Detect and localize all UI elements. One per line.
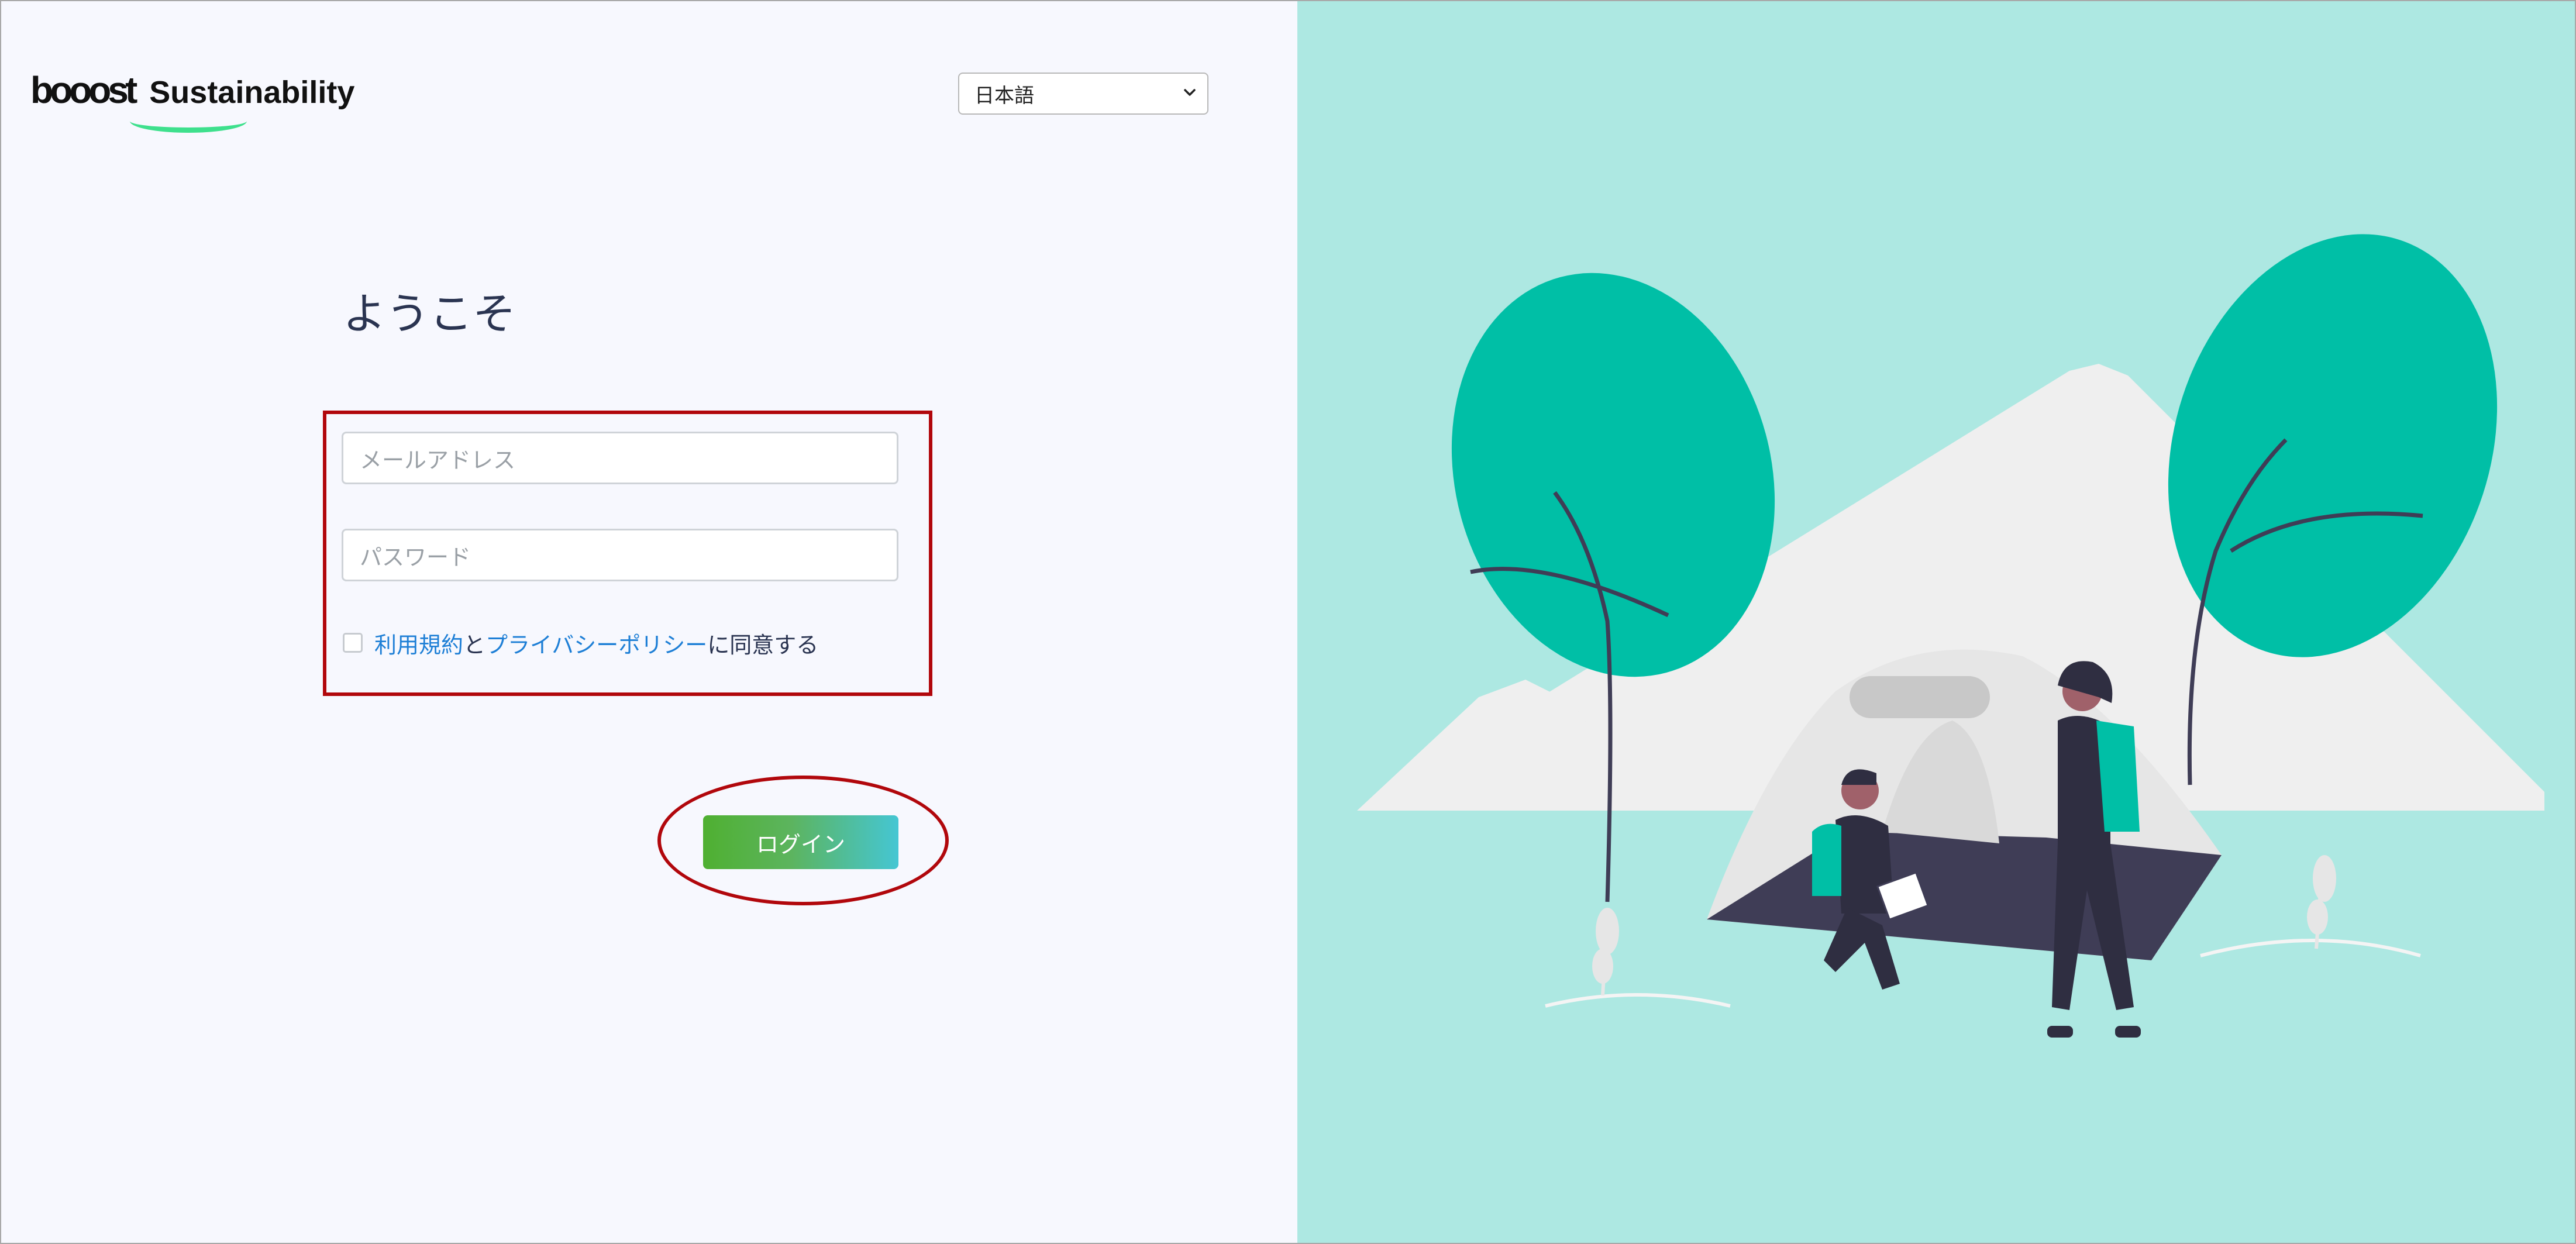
- chevron-down-icon: [1184, 89, 1196, 96]
- language-select[interactable]: 日本語: [958, 73, 1208, 115]
- person-standing-shoe-left: [2047, 1026, 2073, 1038]
- camping-illustration: [1357, 234, 2544, 1038]
- login-button[interactable]: ログイン: [703, 815, 898, 869]
- password-placeholder: パスワード: [360, 544, 471, 570]
- ground-arc-right: [2200, 939, 2421, 957]
- brand-logo-word: booost: [30, 69, 137, 111]
- password-field[interactable]: パスワード: [342, 529, 898, 581]
- privacy-policy-link[interactable]: プライバシーポリシー: [485, 627, 707, 659]
- tent-top-bar: [1850, 676, 1990, 718]
- plant-right-leaf-2: [2307, 900, 2328, 935]
- plant-left-leaf: [1596, 908, 1619, 954]
- agree-suffix-text: に同意する: [707, 632, 819, 658]
- ground-arc-left: [1545, 993, 1731, 1008]
- login-button-label: ログイン: [756, 831, 845, 857]
- email-placeholder: メールアドレス: [360, 447, 516, 473]
- person-sitting-backpack: [1812, 823, 1841, 896]
- agree-checkbox[interactable]: [343, 633, 363, 653]
- login-page: booost Sustainability 日本語 ようこそ メールアドレス パ…: [0, 0, 2576, 1244]
- terms-link[interactable]: 利用規約: [374, 627, 463, 659]
- plant-left-leaf-2: [1592, 949, 1613, 984]
- brand-underline-swoosh: [130, 112, 247, 133]
- welcome-heading: ようこそ: [343, 289, 516, 339]
- login-panel: booost Sustainability 日本語 ようこそ メールアドレス パ…: [1, 1, 1297, 1243]
- agree-and-text: と: [463, 632, 486, 658]
- language-select-value: 日本語: [974, 84, 1034, 108]
- brand-logo: booost Sustainability: [30, 64, 354, 135]
- email-field[interactable]: メールアドレス: [342, 432, 898, 484]
- illustration-panel: [1297, 1, 2575, 1243]
- plant-right-leaf: [2313, 855, 2336, 902]
- person-standing-shoe-right: [2115, 1026, 2141, 1038]
- terms-agreement: 利用規約 と プライバシーポリシー に同意する: [343, 625, 818, 661]
